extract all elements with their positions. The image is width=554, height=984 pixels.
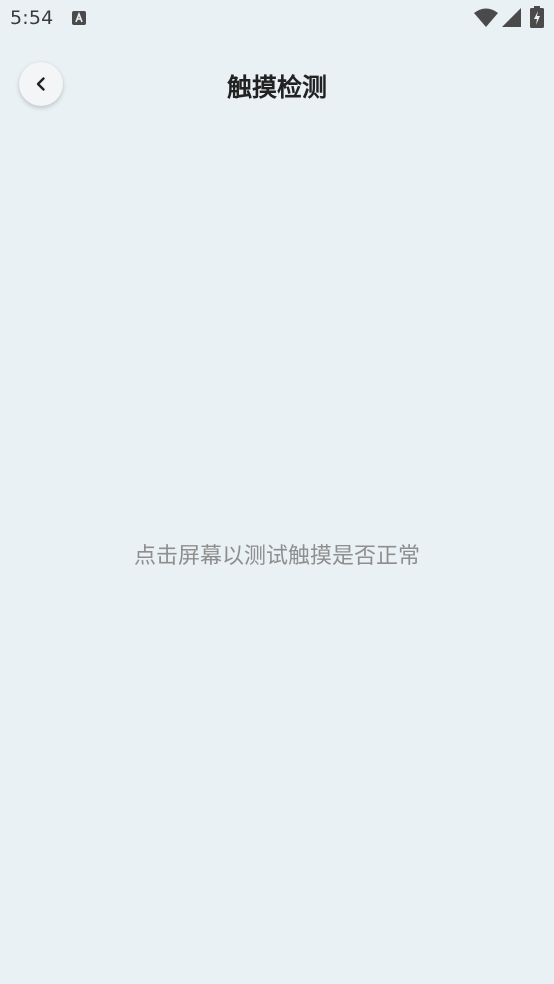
status-time: 5:54 bbox=[10, 7, 54, 29]
battery-charging-icon bbox=[530, 6, 544, 28]
app-a-icon bbox=[72, 11, 86, 25]
wifi-icon bbox=[474, 8, 498, 27]
touch-hint-text: 点击屏幕以测试触摸是否正常 bbox=[133, 544, 420, 569]
signal-icon bbox=[502, 8, 521, 27]
status-bar: 5:54 bbox=[0, 0, 554, 38]
page-title: 触摸检测 bbox=[226, 73, 327, 102]
